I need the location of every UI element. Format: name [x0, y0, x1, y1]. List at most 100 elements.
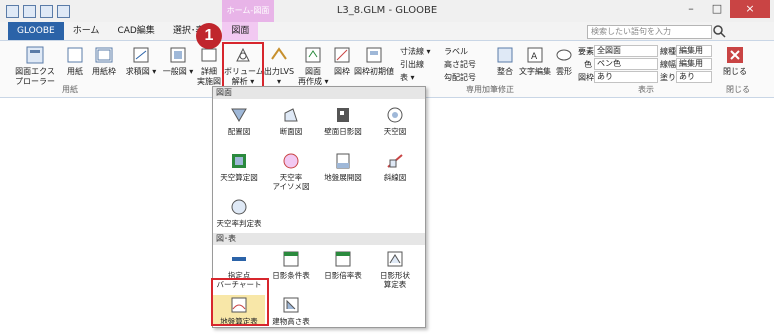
group-label-display: 表示: [638, 85, 654, 94]
paper-frame-label: 用紙枠: [92, 67, 116, 76]
tab-cad-edit[interactable]: CAD編集: [108, 22, 163, 40]
cloud-shape-button[interactable]: 雲形: [554, 45, 574, 77]
dropdown-section-drawings: 図面: [213, 87, 425, 99]
shadow-condition-table-item[interactable]: 日影条件表: [265, 249, 317, 280]
building-height-table-item[interactable]: 建物高さ表: [265, 295, 317, 326]
minimize-button[interactable]: –: [678, 0, 704, 18]
sky-iso-icon: [283, 153, 299, 169]
output-lvs-label: 出力LVS ▾: [263, 67, 295, 86]
frame-select[interactable]: あり: [594, 71, 658, 83]
shadow-condition-label: 日影条件表: [272, 271, 310, 280]
wall-shadow-item[interactable]: 壁面日影図: [317, 105, 369, 136]
site-plan-icon: [231, 108, 247, 122]
label-button[interactable]: ラベル: [444, 46, 468, 57]
frame-label: 図枠: [334, 67, 350, 76]
sky-judge-table-icon: [231, 199, 247, 215]
paper-icon: [67, 47, 83, 63]
sky-view-item[interactable]: 天空図: [369, 105, 421, 136]
sky-judge-table-item[interactable]: 天空率判定表: [213, 197, 265, 228]
align-label: 整合: [497, 67, 513, 76]
sky-view-label: 天空図: [383, 127, 407, 136]
paper-button[interactable]: 用紙: [62, 45, 88, 77]
building-height-icon: [283, 297, 299, 313]
general-drawing-button[interactable]: 一般図 ▾: [160, 45, 196, 77]
wall-shadow-icon: [337, 108, 349, 122]
element-label: 要素: [578, 47, 594, 56]
section-item[interactable]: 断面図: [265, 105, 317, 136]
shadow-ratio-label: 日影倍率表: [324, 271, 362, 280]
ground-calc-highlight: [211, 278, 269, 326]
dimension-line-button[interactable]: 寸法線 ▾: [400, 46, 431, 57]
shadow-condition-icon: [283, 251, 299, 267]
align-icon: [497, 47, 513, 63]
frame-button[interactable]: 図枠: [330, 45, 354, 77]
shadow-ratio-icon: [335, 251, 351, 267]
line-type-label: 線種: [660, 47, 676, 56]
table-button[interactable]: 表 ▾: [400, 72, 415, 83]
close-drawing-button[interactable]: 閉じる: [722, 45, 748, 77]
sky-iso-label: 天空率 アイソメ図: [272, 173, 310, 191]
close-drawing-label: 閉じる: [723, 67, 747, 76]
close-x-icon: [727, 47, 743, 63]
slant-line-item[interactable]: 斜線図: [369, 151, 421, 182]
leader-line-button[interactable]: 引出線: [400, 59, 424, 70]
close-window-button[interactable]: ×: [730, 0, 770, 18]
shadow-shape-table-item[interactable]: 日影形状 算定表: [369, 249, 421, 289]
cloud-shape-icon: [556, 49, 572, 61]
text-edit-button[interactable]: A 文字編集: [518, 45, 552, 77]
drawing-explorer-label: 図面エクス プローラー: [15, 67, 55, 86]
drawings-grid: 配置図 断面図 壁面日影図 天空図 天空算定図 天空率 アイソメ図 地盤展開図: [213, 99, 425, 228]
detail-drawing-button[interactable]: 詳細 実施図: [196, 45, 222, 87]
general-drawing-icon: [170, 47, 186, 63]
tab-home[interactable]: ホーム: [64, 22, 109, 40]
detail-drawing-label: 詳細 実施図: [197, 67, 221, 86]
wall-shadow-label: 壁面日影図: [324, 127, 362, 136]
sky-judge-table-label: 天空率判定表: [216, 219, 262, 228]
tab-drawing[interactable]: 図面: [222, 22, 259, 40]
color-select[interactable]: ペン色: [594, 58, 658, 70]
area-calc-icon: [133, 47, 149, 63]
step-callout: 1: [196, 23, 222, 49]
slope-mark-button[interactable]: 勾配記号: [444, 72, 476, 83]
height-mark-button[interactable]: 高さ記号: [444, 59, 476, 70]
align-button[interactable]: 整合: [494, 45, 516, 77]
building-height-label: 建物高さ表: [272, 317, 310, 326]
section-icon: [284, 108, 298, 122]
redraw-button[interactable]: 図面 再作成 ▾: [298, 45, 329, 87]
general-drawing-label: 一般図 ▾: [162, 67, 194, 76]
drawing-explorer-button[interactable]: 図面エクス プローラー: [14, 45, 56, 87]
element-select[interactable]: 全図面: [594, 45, 658, 57]
frame-default-label: 図枠初期値: [354, 67, 394, 76]
site-plan-item[interactable]: 配置図: [213, 105, 265, 136]
frame-default-button[interactable]: 図枠初期値: [354, 45, 394, 77]
area-calc-label: 求積図 ▾: [125, 67, 157, 76]
fill-label: 塗り: [660, 73, 676, 82]
sky-iso-item[interactable]: 天空率 アイソメ図: [265, 151, 317, 191]
search-icon[interactable]: [712, 24, 726, 38]
frame-prop-label: 図枠: [578, 73, 594, 82]
paper-label: 用紙: [67, 67, 83, 76]
line-width-select[interactable]: 編集用: [676, 58, 712, 70]
sky-view-icon: [387, 107, 403, 123]
redraw-label: 図面 再作成 ▾: [298, 67, 329, 86]
output-lvs-button[interactable]: 出力LVS ▾: [262, 45, 296, 87]
fill-select[interactable]: あり: [676, 71, 712, 83]
shadow-shape-label: 日影形状 算定表: [380, 271, 410, 289]
volume-analysis-highlight: [222, 42, 264, 88]
area-calc-button[interactable]: 求積図 ▾: [122, 45, 160, 77]
search-input[interactable]: 検索したい語句を入力: [587, 25, 712, 39]
paper-frame-icon: [95, 47, 113, 63]
sky-calc-item[interactable]: 天空算定図: [213, 151, 265, 182]
output-lvs-icon: [271, 47, 287, 60]
ground-elevation-item[interactable]: 地盤展開図: [317, 151, 369, 182]
shadow-ratio-table-item[interactable]: 日影倍率表: [317, 249, 369, 280]
paper-frame-button[interactable]: 用紙枠: [90, 45, 118, 77]
line-type-select[interactable]: 編集用: [676, 45, 712, 57]
ground-elevation-label: 地盤展開図: [324, 173, 362, 182]
ground-elevation-icon: [336, 153, 350, 169]
bar-chart-icon: [232, 257, 246, 261]
sky-calc-icon: [232, 154, 246, 168]
redraw-icon: [305, 47, 321, 63]
maximize-button[interactable]: □: [704, 0, 730, 18]
tab-gloobe[interactable]: GLOOBE: [8, 22, 64, 40]
